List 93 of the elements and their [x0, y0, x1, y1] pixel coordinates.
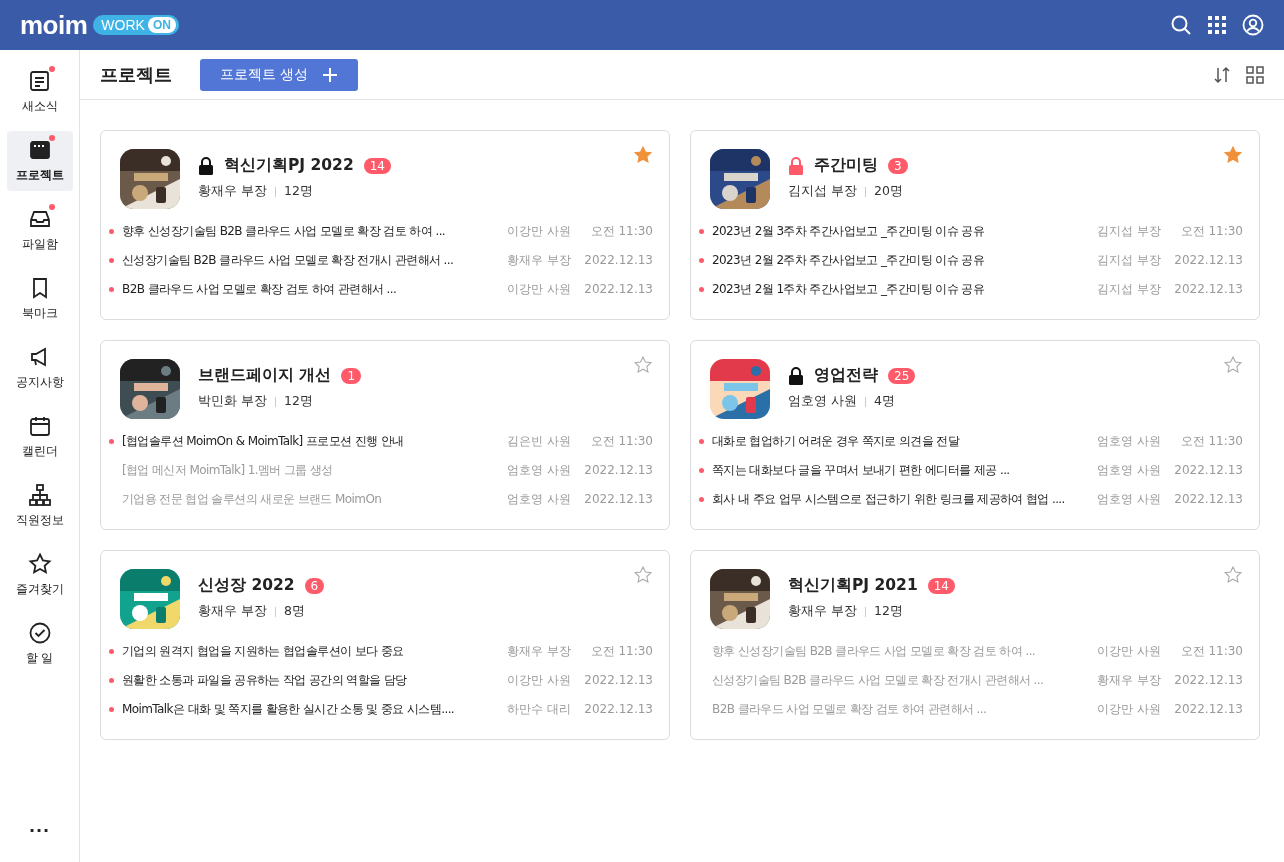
post-time: 오전 11:30	[1179, 222, 1243, 240]
post-title[interactable]: 쪽지는 대화보다 글을 꾸며서 보내기 편한 에디터를 제공 ...	[712, 461, 1087, 479]
logo: moim	[20, 9, 88, 41]
post-title[interactable]: 원활한 소통과 파일을 공유하는 작업 공간의 역할을 담당	[122, 671, 497, 689]
member-count: 12명	[284, 183, 313, 200]
sidebar-item[interactable]: 즐겨찾기	[6, 545, 73, 605]
project-title: 주간미팅	[814, 155, 878, 176]
sidebar-item[interactable]: 할 일	[6, 614, 73, 674]
count-badge: 25	[888, 367, 916, 384]
post-author: 황재우 부장	[506, 642, 571, 660]
post-time: 오전 11:30	[589, 222, 653, 240]
count-badge: 14	[927, 577, 955, 594]
project-card[interactable]: 혁신기획PJ 2022 14 황재우 부장 12명 향후 신성장기술팀 B2B 클라우드 사업 모델로 확장 검토 하여 ... 이강만 사원 오전 11:30 신성장기술팀 B2B 클라우드 사업 모델로 확장 전개시 관련해서 ... 황재우 부장 2022.12.13 B2B 클라우드 사업 모델로 확장 검토 하여 관련해서 ... 이강만 사원 2022.12.13	[100, 130, 670, 320]
post-title[interactable]: MoimTalk은 대화 및 쪽지를 활용한 실시간 소통 및 중요 시스템....	[122, 700, 497, 718]
project-owner: 김지섭 부장	[788, 183, 857, 200]
project-owner: 박민화 부장	[198, 393, 267, 410]
post-author: 김지섭 부장	[1096, 280, 1161, 298]
sidebar-item[interactable]: 캘린더	[6, 407, 73, 467]
project-title: 혁신기획PJ 2022	[224, 155, 354, 176]
post-title[interactable]: 대화로 협업하기 어려운 경우 쪽지로 의견을 전달	[712, 432, 1087, 450]
post-time: 오전 11:30	[589, 642, 653, 660]
post-time: 오전 11:30	[1179, 432, 1243, 450]
member-count: 12명	[874, 603, 903, 620]
sidebar-item[interactable]: 새소식	[6, 62, 73, 122]
post-author: 김지섭 부장	[1096, 222, 1161, 240]
post-time: 2022.12.13	[1173, 253, 1243, 267]
member-count: 20명	[874, 183, 903, 200]
post-title[interactable]: 향후 신성장기술팀 B2B 클라우드 사업 모델로 확장 검토 하여 ...	[122, 222, 497, 240]
post-author: 김은빈 사원	[506, 432, 571, 450]
post-author: 황재우 부장	[506, 251, 571, 269]
post-time: 2022.12.13	[583, 253, 653, 267]
post-time: 2022.12.13	[583, 492, 653, 506]
post-title[interactable]: 회사 내 주요 업무 시스템으로 접근하기 위한 링크를 제공하여 협업 ....	[712, 490, 1087, 508]
member-count: 4명	[874, 393, 895, 410]
sidebar-item[interactable]: 파일함	[6, 200, 73, 260]
sidebar-item[interactable]: 직원정보	[6, 476, 73, 536]
post-time: 2022.12.13	[1173, 463, 1243, 477]
sidebar-item[interactable]: 북마크	[6, 269, 73, 329]
member-count: 12명	[284, 393, 313, 410]
project-card[interactable]: 브랜드페이지 개선 1 박민화 부장 12명 [협업솔루션 MoimOn & MoimTalk] 프로모션 진행 안내 김은빈 사원 오전 11:30 [협업 메신저 MoimTalk] 1.멤버 그룹 생성 엄호영 사원 2022.12.13 기업용 전문 협업 솔루션의 새로운 브랜드 MoimOn 엄호영 사원 2022.12.13	[100, 340, 670, 530]
project-card[interactable]: 주간미팅 3 김지섭 부장 20명 2023년 2월 3주차 주간사업보고 _주간미팅 이슈 공유 김지섭 부장 오전 11:30 2023년 2월 2주차 주간사업보고 _주간미팅 이슈 공유 김지섭 부장 2022.12.13 2023년 2월 1주차 주간사업보고 _주간미팅 이슈 공유 김지섭 부장 2022.12.13	[690, 130, 1260, 320]
count-badge: 6	[304, 577, 325, 594]
post-title[interactable]: B2B 클라우드 사업 모델로 확장 검토 하여 관련해서 ...	[122, 280, 497, 298]
post-author: 이강만 사원	[506, 280, 571, 298]
count-badge: 1	[341, 367, 362, 384]
project-card[interactable]: 혁신기획PJ 2021 14 황재우 부장 12명 향후 신성장기술팀 B2B 클라우드 사업 모델로 확장 검토 하여 ... 이강만 사원 오전 11:30 신성장기술팀 B2B 클라우드 사업 모델로 확장 전개시 관련해서 ... 황재우 부장 2022.12.13 B2B 클라우드 사업 모델로 확장 검토 하여 관련해서 ... 이강만 사원 2022.12.13	[690, 550, 1260, 740]
post-author: 이강만 사원	[506, 222, 571, 240]
post-author: 엄호영 사원	[506, 461, 571, 479]
project-owner: 엄호영 사원	[788, 393, 857, 410]
post-title[interactable]: 2023년 2월 3주차 주간사업보고 _주간미팅 이슈 공유	[712, 222, 1087, 240]
more-menu[interactable]: ...	[28, 817, 51, 836]
project-title: 브랜드페이지 개선	[198, 365, 332, 386]
count-badge: 3	[888, 157, 908, 174]
post-title[interactable]: 기업의 원격지 협업을 지원하는 협업솔루션이 보다 중요	[122, 642, 497, 660]
project-card[interactable]: 신성장 2022 6 황재우 부장 8명 기업의 원격지 협업을 지원하는 협업솔루션이 보다 중요 황재우 부장 오전 11:30 원활한 소통과 파일을 공유하는 작업 공간의 역할을 담당 이강만 사원 2022.12.13 MoimTalk은 대화 및 쪽지를 활용한 실시간 소통 및 중요 시스템.... 하만수 대리 2022.12.13	[100, 550, 670, 740]
post-author: 황재우 부장	[1096, 671, 1161, 689]
post-time: 2022.12.13	[583, 702, 653, 716]
post-author: 이강만 사원	[1096, 700, 1161, 718]
project-title: 혁신기획PJ 2021	[788, 575, 918, 596]
project-title: 영업전략	[814, 365, 878, 386]
sidebar-item[interactable]: 프로젝트	[6, 131, 73, 191]
project-owner: 황재우 부장	[198, 603, 267, 620]
count-badge: 14	[363, 157, 391, 174]
post-title[interactable]: 2023년 2월 2주차 주간사업보고 _주간미팅 이슈 공유	[712, 251, 1087, 269]
post-time: 2022.12.13	[583, 673, 653, 687]
create-project-button[interactable]: 프로젝트 생성	[200, 58, 359, 91]
post-title[interactable]: [협업솔루션 MoimOn & MoimTalk] 프로모션 진행 안내	[122, 432, 497, 450]
post-author: 엄호영 사원	[1096, 461, 1161, 479]
member-count: 8명	[284, 603, 305, 620]
post-author: 엄호영 사원	[506, 490, 571, 508]
post-time: 2022.12.13	[1173, 702, 1243, 716]
project-card[interactable]: 영업전략 25 엄호영 사원 4명 대화로 협업하기 어려운 경우 쪽지로 의견을 전달 엄호영 사원 오전 11:30 쪽지는 대화보다 글을 꾸며서 보내기 편한 에디터를 제공 ... 엄호영 사원 2022.12.13 회사 내 주요 업무 시스템으로 접근하기 위한 링크를 제공하여 협업 .... 엄호영 사원 2022.12.13	[690, 340, 1260, 530]
sidebar-item[interactable]: 공지사항	[6, 338, 73, 398]
post-author: 이강만 사원	[1096, 642, 1161, 660]
post-title[interactable]: 2023년 2월 1주차 주간사업보고 _주간미팅 이슈 공유	[712, 280, 1087, 298]
page-title: 프로젝트	[100, 62, 172, 87]
post-time: 2022.12.13	[1173, 492, 1243, 506]
post-time: 2022.12.13	[583, 282, 653, 296]
post-author: 엄호영 사원	[1096, 432, 1161, 450]
post-time: 오전 11:30	[1179, 642, 1243, 660]
logo-badge: WORK ON	[93, 15, 179, 35]
post-author: 엄호영 사원	[1096, 490, 1161, 508]
post-author: 하만수 대리	[506, 700, 571, 718]
project-owner: 황재우 부장	[788, 603, 857, 620]
post-time: 오전 11:30	[589, 432, 653, 450]
post-time: 2022.12.13	[583, 463, 653, 477]
project-owner: 황재우 부장	[198, 183, 267, 200]
post-author: 김지섭 부장	[1096, 251, 1161, 269]
post-author: 이강만 사원	[506, 671, 571, 689]
post-time: 2022.12.13	[1173, 673, 1243, 687]
post-title[interactable]: 신성장기술팀 B2B 클라우드 사업 모델로 확장 전개시 관련해서 ...	[122, 251, 497, 269]
post-time: 2022.12.13	[1173, 282, 1243, 296]
project-title: 신성장 2022	[198, 575, 295, 596]
